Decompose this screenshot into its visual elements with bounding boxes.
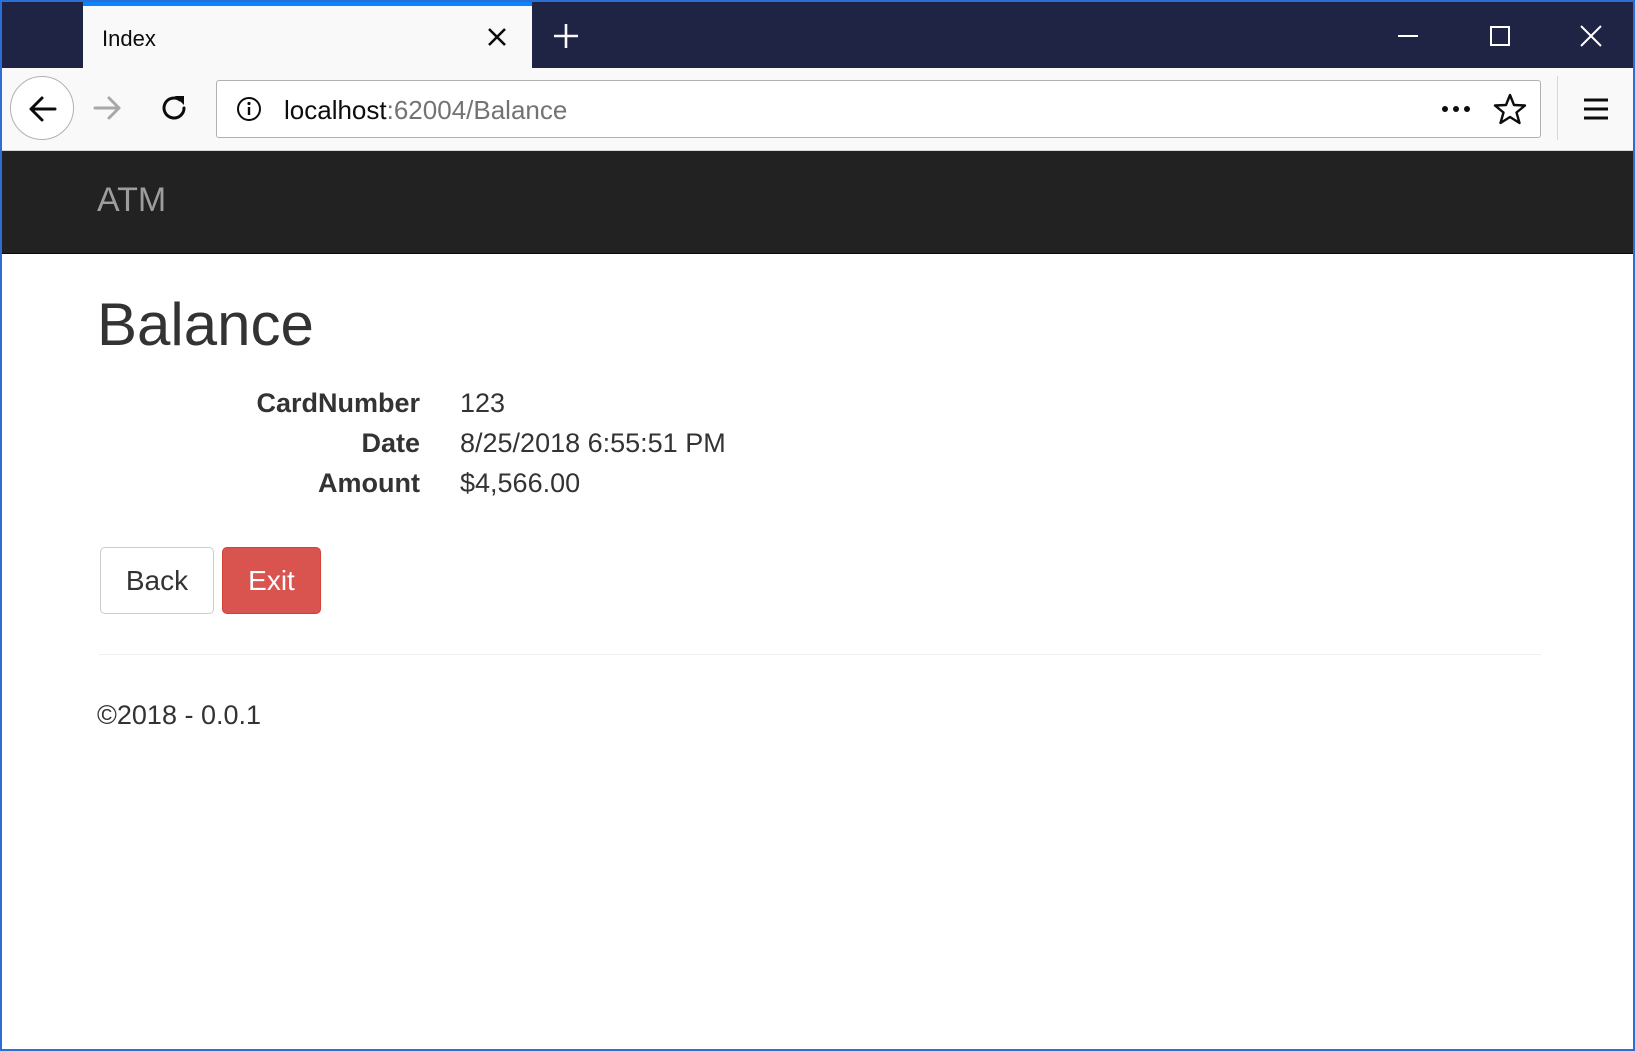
minimize-icon[interactable] [1392, 20, 1424, 52]
url-host: localhost [284, 95, 387, 125]
url-text[interactable]: localhost:62004/Balance [284, 95, 567, 126]
detail-value: 123 [460, 388, 506, 418]
back-link-button[interactable]: Back [100, 547, 214, 614]
plus-icon[interactable] [550, 20, 582, 52]
brand-link[interactable]: ATM [97, 181, 166, 220]
maximize-icon[interactable] [1484, 20, 1516, 52]
tab-bar: Index [2, 2, 1633, 68]
navigation-toolbar: localhost:62004/Balance [2, 68, 1633, 151]
back-arrow-icon [29, 96, 57, 122]
reload-icon[interactable] [156, 90, 192, 126]
detail-row-amount: Amount $4,566.00 [97, 468, 997, 508]
balance-details: CardNumber 123 Date 8/25/2018 6:55:51 PM… [97, 388, 997, 508]
url-path: :62004/Balance [386, 95, 568, 125]
detail-row-card-number: CardNumber 123 [97, 388, 997, 428]
page-title: Balance [97, 291, 314, 358]
back-button[interactable] [10, 76, 74, 140]
detail-value: $4,566.00 [460, 468, 581, 498]
forward-arrow-icon[interactable] [90, 90, 126, 126]
close-icon[interactable] [482, 22, 512, 52]
hamburger-menu-icon[interactable] [1579, 92, 1613, 126]
tab-index[interactable]: Index [83, 2, 532, 68]
detail-row-date: Date 8/25/2018 6:55:51 PM [97, 428, 997, 468]
window-close-icon[interactable] [1575, 20, 1607, 52]
tab-title: Index [102, 26, 156, 51]
divider [99, 654, 1541, 655]
detail-label: Date [361, 428, 420, 458]
toolbar-separator [1557, 76, 1558, 140]
site-navbar: ATM [2, 151, 1633, 254]
exit-button[interactable]: Exit [222, 547, 321, 614]
detail-value: 8/25/2018 6:55:51 PM [460, 428, 726, 458]
footer-text: ©2018 - 0.0.1 [97, 700, 262, 730]
detail-label: Amount [318, 468, 420, 498]
browser-window: Index localhost:62004/Balance ATM Balanc… [0, 0, 1635, 1051]
address-bar[interactable]: localhost:62004/Balance [216, 80, 1541, 138]
star-icon[interactable] [1492, 91, 1528, 127]
info-icon[interactable] [235, 95, 263, 123]
detail-label: CardNumber [256, 388, 420, 418]
more-icon[interactable] [1439, 95, 1475, 123]
